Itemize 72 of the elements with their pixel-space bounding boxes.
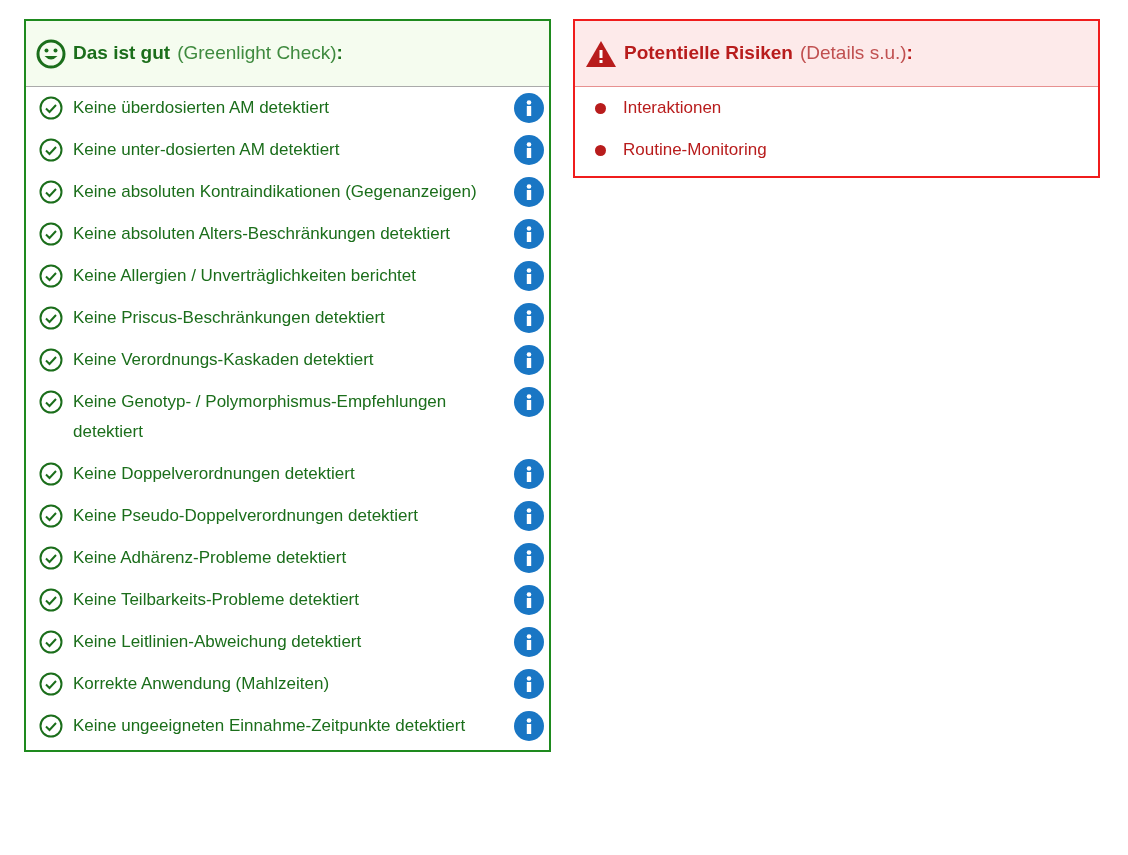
info-button[interactable] bbox=[514, 627, 544, 657]
check-item-text: Keine Verordnungs-Kaskaden detektiert bbox=[73, 349, 375, 371]
check-item-text: Keine überdosierten AM detektiert bbox=[73, 97, 331, 119]
check-circle-icon bbox=[39, 546, 63, 570]
info-button[interactable] bbox=[514, 543, 544, 573]
check-circle-icon bbox=[39, 222, 63, 246]
check-circle-icon bbox=[39, 672, 63, 696]
info-icon bbox=[526, 466, 532, 482]
check-circle-icon bbox=[39, 390, 63, 414]
info-icon bbox=[526, 226, 532, 242]
info-icon bbox=[526, 100, 532, 116]
info-icon bbox=[526, 268, 532, 284]
info-button[interactable] bbox=[514, 585, 544, 615]
check-item-text: Keine Priscus-Beschränkungen detektiert bbox=[73, 307, 386, 329]
risk-item-text: Routine-Monitoring bbox=[623, 139, 767, 161]
info-button[interactable] bbox=[514, 459, 544, 489]
check-item-text: Keine absoluten Kontraindikationen (Gegenanzeigen) bbox=[73, 181, 478, 203]
check-item-text: Keine Genotyp- / Polymorphismus-Empfehlungen detektiert bbox=[73, 391, 448, 443]
check-circle-icon bbox=[39, 264, 63, 288]
info-button[interactable] bbox=[514, 303, 544, 333]
info-icon bbox=[526, 676, 532, 692]
panel-title: Potentielle Risiken bbox=[624, 41, 793, 66]
check-circle-icon bbox=[39, 96, 63, 120]
colon: : bbox=[906, 41, 913, 66]
info-button[interactable] bbox=[514, 219, 544, 249]
check-item-text: Keine unter-dosierten AM detektiert bbox=[73, 139, 341, 161]
check-item-text: Keine Pseudo-Doppelverordnungen detektiert bbox=[73, 505, 419, 527]
smiley-icon bbox=[36, 38, 66, 69]
info-button[interactable] bbox=[514, 261, 544, 291]
info-button[interactable] bbox=[514, 501, 544, 531]
info-icon bbox=[526, 550, 532, 566]
info-icon bbox=[526, 394, 532, 410]
check-circle-icon bbox=[39, 462, 63, 486]
check-circle-icon bbox=[39, 306, 63, 330]
info-icon bbox=[526, 634, 532, 650]
info-icon bbox=[526, 184, 532, 200]
check-circle-icon bbox=[39, 348, 63, 372]
info-icon bbox=[526, 142, 532, 158]
info-button[interactable] bbox=[514, 387, 544, 417]
info-icon bbox=[526, 592, 532, 608]
check-item-text: Korrekte Anwendung (Mahlzeiten) bbox=[73, 673, 331, 695]
panel-note: (Details s.u.) bbox=[799, 41, 907, 66]
check-circle-icon bbox=[39, 180, 63, 204]
check-circle-icon bbox=[39, 138, 63, 162]
check-item-text: Keine Leitlinien-Abweichung detektiert bbox=[73, 631, 363, 653]
warning-icon bbox=[585, 39, 617, 68]
check-item-text: Keine Teilbarkeits-Probleme detektiert bbox=[73, 589, 360, 611]
risk-item-text: Interaktionen bbox=[623, 97, 722, 119]
info-button[interactable] bbox=[514, 93, 544, 123]
check-circle-icon bbox=[39, 504, 63, 528]
bullet-icon bbox=[595, 144, 606, 156]
panel-title: Das ist gut bbox=[73, 41, 171, 66]
check-circle-icon bbox=[39, 630, 63, 654]
info-button[interactable] bbox=[514, 345, 544, 375]
info-button[interactable] bbox=[514, 711, 544, 741]
bullet-icon bbox=[595, 102, 606, 114]
check-circle-icon bbox=[39, 714, 63, 738]
info-icon bbox=[526, 508, 532, 524]
check-item-text: Keine absoluten Alters-Beschränkungen detektiert bbox=[73, 223, 452, 245]
check-item-text: Keine ungeeigneten Einnahme-Zeitpunkte detektiert bbox=[73, 715, 467, 737]
check-item-text: Keine Adhärenz-Probleme detektiert bbox=[73, 547, 348, 569]
check-item-text: Keine Doppelverordnungen detektiert bbox=[73, 463, 356, 485]
check-item-text: Keine Allergien / Unverträglichkeiten berichtet bbox=[73, 265, 418, 287]
info-icon bbox=[526, 352, 532, 368]
info-icon bbox=[526, 718, 532, 734]
info-button[interactable] bbox=[514, 669, 544, 699]
info-button[interactable] bbox=[514, 177, 544, 207]
info-icon bbox=[526, 310, 532, 326]
info-button[interactable] bbox=[514, 135, 544, 165]
colon: : bbox=[336, 41, 343, 66]
panel-note: (Greenlight Check) bbox=[177, 41, 337, 66]
check-circle-icon bbox=[39, 588, 63, 612]
